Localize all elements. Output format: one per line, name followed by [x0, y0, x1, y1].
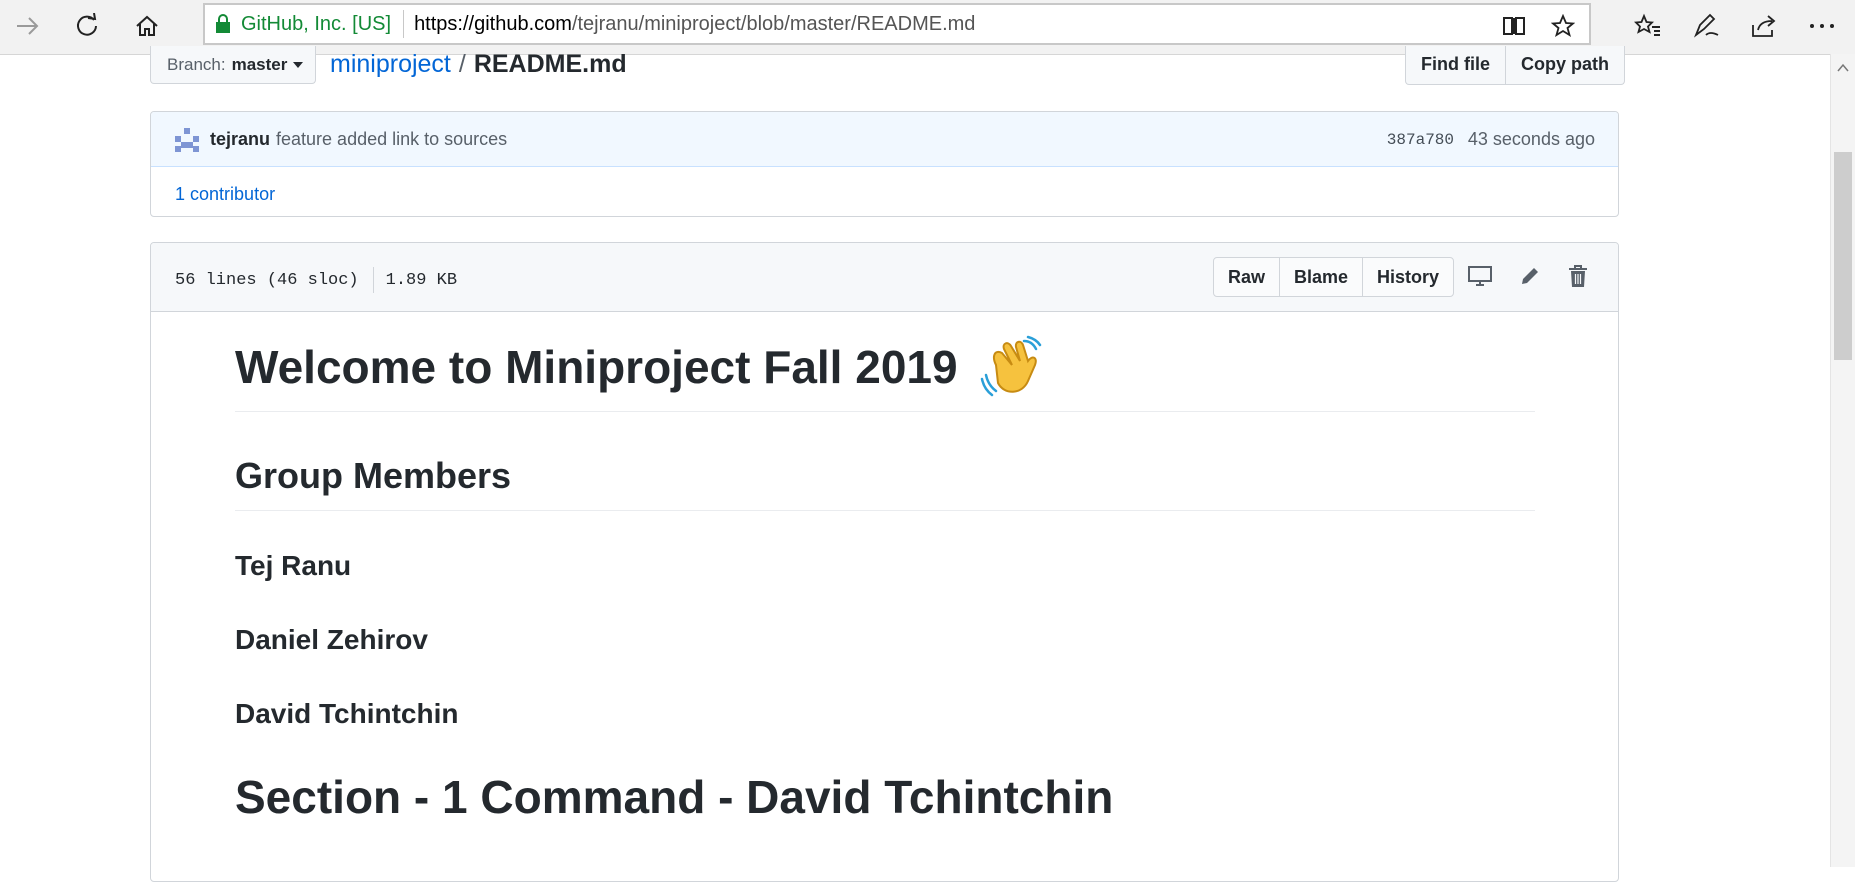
scroll-up-icon[interactable] [1837, 62, 1849, 74]
readme-title: Welcome to Miniproject Fall 2019 [235, 341, 958, 393]
member-name: Tej Ranu [235, 550, 352, 581]
share-icon[interactable] [1742, 6, 1786, 46]
back-arrow-icon[interactable] [5, 6, 49, 46]
find-file-button[interactable]: Find file [1406, 46, 1505, 84]
url-text[interactable]: https://github.com/tejranu/miniproject/b… [414, 13, 975, 36]
refresh-icon[interactable] [65, 6, 109, 46]
file-size: 1.89 KB [385, 270, 458, 290]
branch-label: Branch: [167, 54, 226, 74]
history-button[interactable]: History [1362, 258, 1453, 296]
contributors-link[interactable]: 1 contributor [175, 184, 275, 205]
file-name: README.md [473, 50, 627, 78]
favorites-hub-icon[interactable] [1626, 6, 1670, 46]
member-name: David Tchintchin [235, 698, 459, 729]
readme-content: Welcome to Miniproject Fall 2019 Group M… [235, 335, 1535, 825]
commit-message[interactable]: feature added link to sources [276, 129, 507, 149]
commit-time: 43 seconds ago [1467, 129, 1595, 149]
contributors-count: 1 [175, 184, 186, 204]
home-icon[interactable] [125, 6, 169, 46]
section-1-heading: Section - 1 Command - David Tchintchin [235, 771, 1114, 823]
member-name: Daniel Zehirov [235, 624, 428, 655]
address-bar[interactable]: GitHub, Inc. [US] https://github.com/tej… [203, 3, 1591, 45]
file-info: 56 lines (46 sloc) 1.89 KB [175, 267, 457, 293]
latest-commit: tejranu feature added link to sources 387… [151, 112, 1618, 167]
caret-down-icon [293, 61, 304, 68]
branch-selector[interactable]: Branch: master [150, 46, 316, 84]
more-icon[interactable] [1800, 6, 1844, 46]
file-nav-buttons: Find file Copy path [1405, 46, 1625, 85]
url-path: /tejranu/miniproject/blob/master/README.… [571, 12, 976, 35]
file-header: 56 lines (46 sloc) 1.89 KB Raw Blame His… [151, 243, 1618, 312]
repo-link[interactable]: miniproject [330, 50, 451, 78]
contributors-label: contributor [190, 184, 276, 204]
breadcrumb: miniproject / README.md [330, 50, 627, 79]
pen-icon[interactable] [1684, 6, 1728, 46]
waving-hand-icon [980, 335, 1041, 397]
desktop-icon[interactable] [1467, 263, 1493, 289]
trash-icon[interactable] [1565, 263, 1591, 289]
blame-button[interactable]: Blame [1279, 258, 1362, 296]
raw-button[interactable]: Raw [1214, 258, 1279, 296]
favorite-star-icon[interactable] [1550, 13, 1576, 39]
readme-title-heading: Welcome to Miniproject Fall 2019 [235, 335, 1535, 412]
file-lines: 56 lines (46 sloc) [175, 270, 359, 290]
lock-icon[interactable] [215, 13, 233, 35]
breadcrumb-separator: / [458, 50, 466, 78]
group-members-heading: Group Members [235, 454, 1535, 511]
commit-sha[interactable]: 387a780 [1387, 131, 1454, 149]
file-actions: Raw Blame History [1213, 257, 1455, 297]
pencil-icon[interactable] [1517, 263, 1543, 289]
copy-path-button[interactable]: Copy path [1505, 46, 1624, 84]
site-identity[interactable]: GitHub, Inc. [US] [241, 10, 405, 38]
commit-tease: tejranu feature added link to sources 387… [150, 111, 1619, 217]
reading-view-icon[interactable] [1501, 13, 1527, 39]
avatar[interactable] [175, 128, 199, 152]
url-host: https://github.com [414, 12, 572, 35]
page-scrollbar[interactable] [1830, 54, 1855, 867]
file-info-divider [372, 267, 374, 293]
file-container: 56 lines (46 sloc) 1.89 KB Raw Blame His… [150, 242, 1619, 882]
scroll-thumb[interactable] [1834, 152, 1852, 360]
commit-message-line: tejranu feature added link to sources [210, 129, 507, 150]
commit-author[interactable]: tejranu [210, 129, 270, 149]
branch-name: master [231, 54, 288, 74]
